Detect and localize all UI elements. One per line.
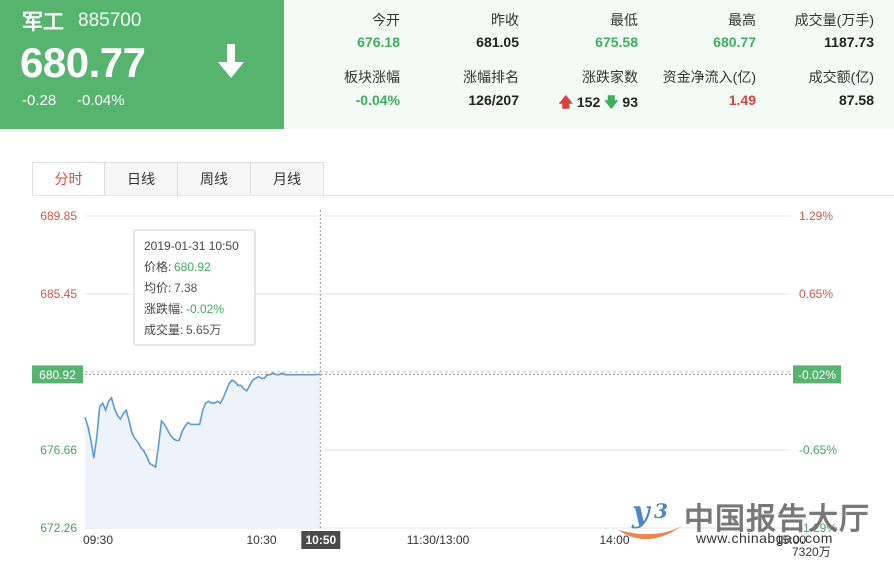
y-tick-label-right: -0.65% [799,443,837,457]
tooltip-row-label: 涨跌幅: [144,301,183,316]
price-change-percent: -0.04% [77,92,125,109]
y-tick-label-left: 685.45 [40,287,77,301]
stat-label-rank: 涨幅排名 [463,69,519,85]
y-tick-label-left: 689.85 [40,209,77,223]
tab-intraday[interactable]: 分时 [32,162,105,196]
tooltip-row-value: -0.02% [186,302,224,316]
crosshair-pct-label: -0.02% [798,368,836,382]
stat-value-prev-close: 681.05 [476,34,519,50]
stat-label-low: 最低 [610,12,638,28]
down-arrow-small-icon: 🡇 [604,94,619,110]
stat-value-low: 675.58 [595,34,638,50]
stat-label-net-inflow: 资金净流入(亿) [662,69,756,85]
stat-value-volume: 1187.73 [824,34,874,50]
tab-monthly[interactable]: 月线 [251,162,324,196]
stat-label-high: 最高 [728,12,756,28]
watermark-url: www.chinabgao.com [696,530,833,546]
rise-count: 152 [576,94,601,110]
tooltip-row-label: 成交量: [144,322,183,337]
y-tick-label-left: 676.66 [40,443,77,457]
chart-period-tabs: 分时 日线 周线 月线 [32,162,324,196]
crosshair-time-label: 10:50 [305,533,336,547]
tab-weekly[interactable]: 周线 [178,162,251,196]
stat-value-high: 680.77 [713,34,756,50]
current-price: 680.77 [20,39,146,86]
stat-value-net-inflow: 1.49 [728,92,756,108]
svg-text:3: 3 [654,499,668,523]
watermark-logo-icon: y 3 [618,495,682,540]
stat-value-rise-fall: 🡅 152 🡇 93 [559,92,638,116]
stat-value-open: 676.18 [357,34,400,50]
market-quote-page: 军工 885700 680.77 -0.28 -0.04% 今开 676.18 … [0,0,894,561]
x-tick-label: 10:30 [246,533,276,547]
stat-value-rank: 126/207 [468,92,519,108]
arrow-down-icon [218,44,244,78]
stat-label-prev-close: 昨收 [491,12,519,28]
stat-label-volume: 成交量(万手) [794,12,874,28]
tooltip-row-label: 价格: [144,259,171,274]
tab-daily[interactable]: 日线 [105,162,178,196]
price-area [85,373,321,528]
sector-code: 885700 [78,10,142,31]
watermark: y 3 中国报告大厅 www.chinabgao.com [612,492,890,548]
tooltip-row-value: 5.65万 [186,323,221,337]
stat-value-turnover: 87.58 [838,92,874,108]
y-tick-label-right: 1.29% [799,209,833,223]
tooltip-row-value: 680.92 [174,260,211,274]
x-tick-label: 11:30/13:00 [407,533,470,547]
fall-count: 93 [622,94,638,110]
y-tick-label-left: 672.26 [40,521,77,535]
stat-label-sector-change: 板块涨幅 [344,69,400,85]
stat-value-sector-change: -0.04% [355,92,400,108]
stat-label-rise-fall: 涨跌家数 [582,69,638,85]
quote-summary: 军工 885700 680.77 -0.28 -0.04% [0,0,284,129]
tooltip-row-value: 7.38 [174,281,198,295]
stats-panel: 今开 676.18 昨收 681.05 最低 675.58 最高 680.77 … [284,0,894,129]
sector-name: 军工 [22,11,64,34]
stat-label-open: 今开 [372,12,400,28]
tooltip-row-label: 均价: [144,281,171,295]
price-change: -0.28 [22,92,57,109]
y-tick-label-right: 0.65% [799,287,833,301]
crosshair-price-label: 680.92 [39,368,76,382]
svg-text:y: y [631,495,652,530]
x-tick-label: 09:30 [83,533,113,547]
tooltip-datetime: 2019-01-31 10:50 [144,239,239,253]
up-arrow-icon: 🡅 [558,94,573,110]
stat-label-turnover: 成交额(亿) [808,69,874,85]
